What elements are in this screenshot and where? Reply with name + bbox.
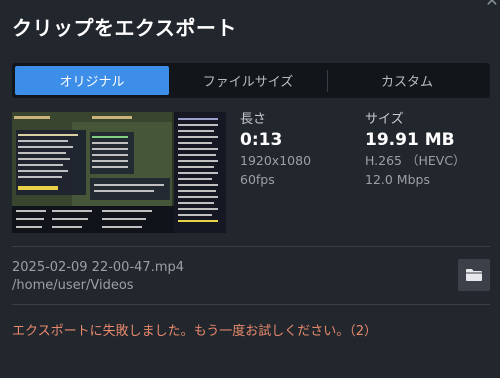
dialog-title: クリップをエクスポート <box>12 16 237 40</box>
error-message: エクスポートに失敗しました。もう一度お試しください。（2） <box>12 324 377 339</box>
file-name: 2025-02-09 22-00-47.mp4 <box>12 260 185 275</box>
divider <box>12 246 490 247</box>
export-mode-tabs: オリジナル ファイルサイズ カスタム <box>12 63 490 98</box>
clip-thumbnail[interactable] <box>12 112 226 233</box>
resolution-value: 1920x1080 <box>240 153 312 168</box>
fps-value: 60fps <box>240 172 275 187</box>
size-value: 19.91 MB <box>365 130 455 150</box>
codec-value: H.265 （HEVC） <box>365 153 466 168</box>
length-info: 長さ 0:13 1920x1080 60fps <box>240 112 311 189</box>
open-folder-button[interactable] <box>458 259 490 291</box>
bitrate-value: 12.0 Mbps <box>365 172 430 187</box>
file-path: /home/user/Videos <box>12 278 134 293</box>
tab-original[interactable]: オリジナル <box>15 66 169 95</box>
folder-icon <box>466 269 482 281</box>
export-clip-dialog: クリップをエクスポート ✕ オリジナル ファイルサイズ カスタム 長さ 0:13… <box>0 0 500 378</box>
tab-custom[interactable]: カスタム <box>328 66 486 95</box>
size-label: サイズ <box>365 112 404 127</box>
tab-file-size[interactable]: ファイルサイズ <box>169 66 327 95</box>
length-label: 長さ <box>240 112 267 127</box>
close-icon[interactable]: ✕ <box>484 0 500 10</box>
size-info: サイズ 19.91 MB H.265 （HEVC） 12.0 Mbps <box>365 112 466 189</box>
divider <box>12 304 490 305</box>
length-value: 0:13 <box>240 130 283 150</box>
